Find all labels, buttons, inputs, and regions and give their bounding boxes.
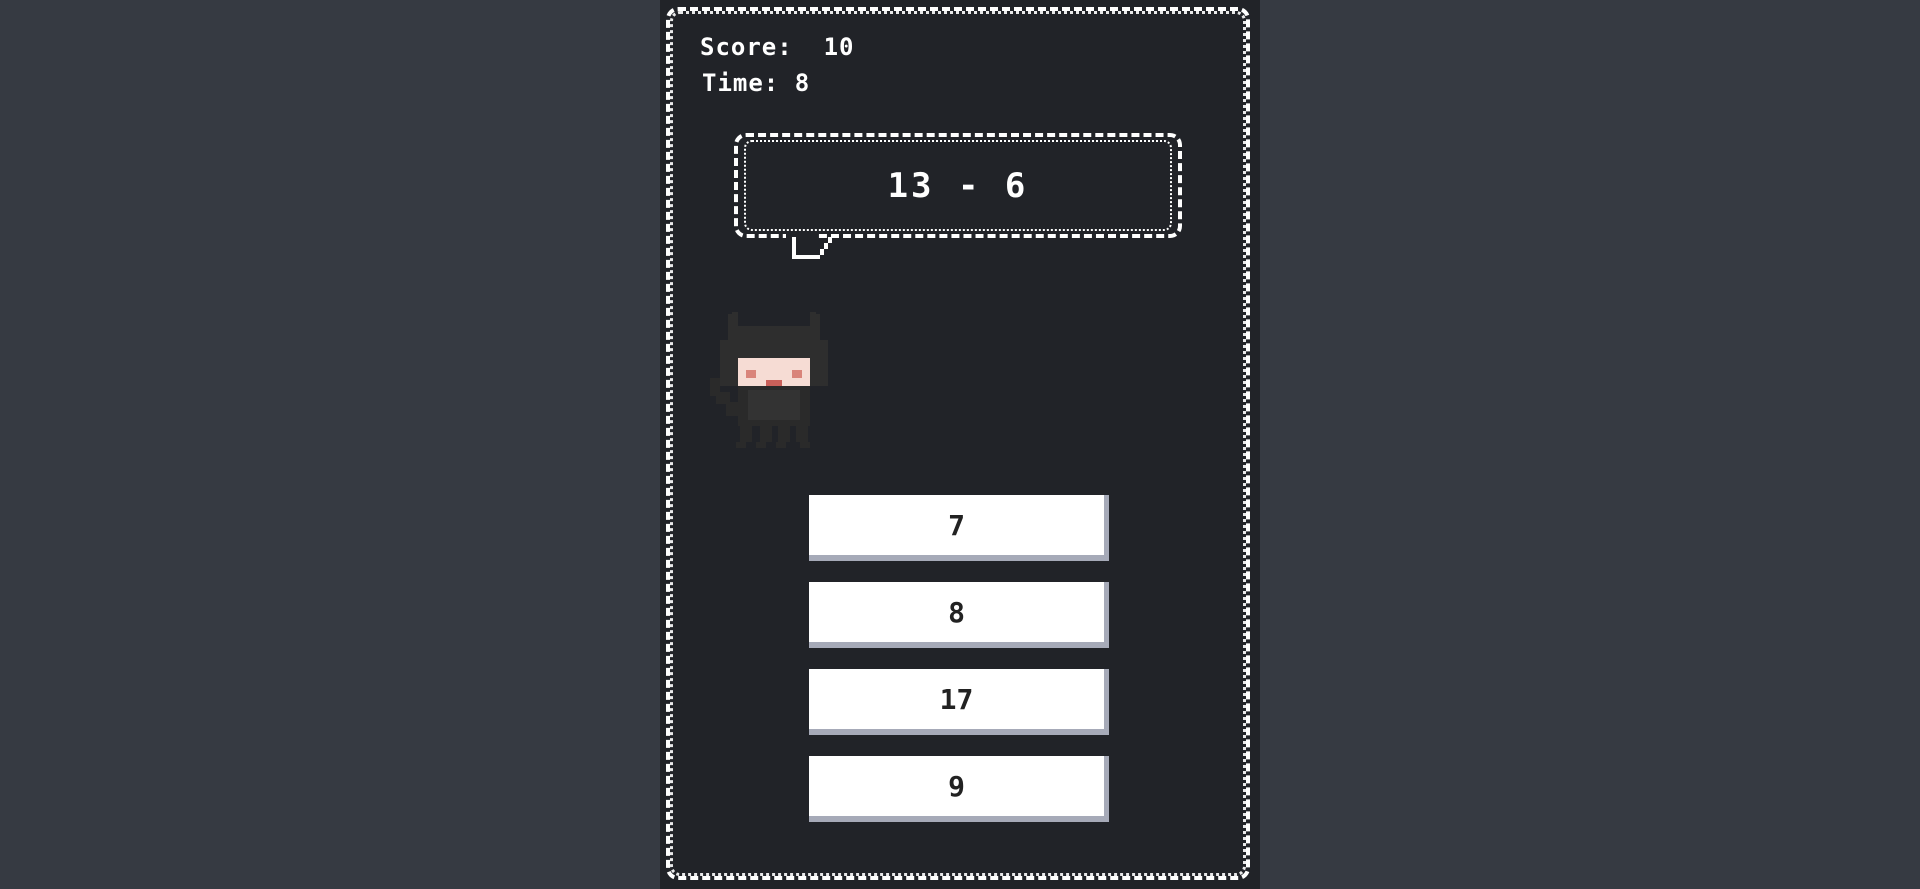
game-stage: Score: 10 Time: 8 13 - 6 7 8 17 9 [660, 0, 1260, 889]
score-label: Score: [700, 33, 793, 61]
speech-bubble-tail-icon [786, 233, 832, 259]
answer-button-2[interactable]: 8 [809, 582, 1109, 648]
score-value: 10 [823, 33, 855, 61]
time-display: Time: 8 [702, 69, 810, 97]
pixel-cat-hood-character-icon [710, 312, 828, 448]
time-value: 8 [794, 69, 811, 97]
time-label: Time: [702, 69, 780, 97]
answer-button-3[interactable]: 17 [809, 669, 1109, 735]
question-text: 13 - 6 [887, 165, 1029, 206]
answer-button-4[interactable]: 9 [809, 756, 1109, 822]
answer-button-1[interactable]: 7 [809, 495, 1109, 561]
score-display: Score: 10 [700, 33, 855, 61]
